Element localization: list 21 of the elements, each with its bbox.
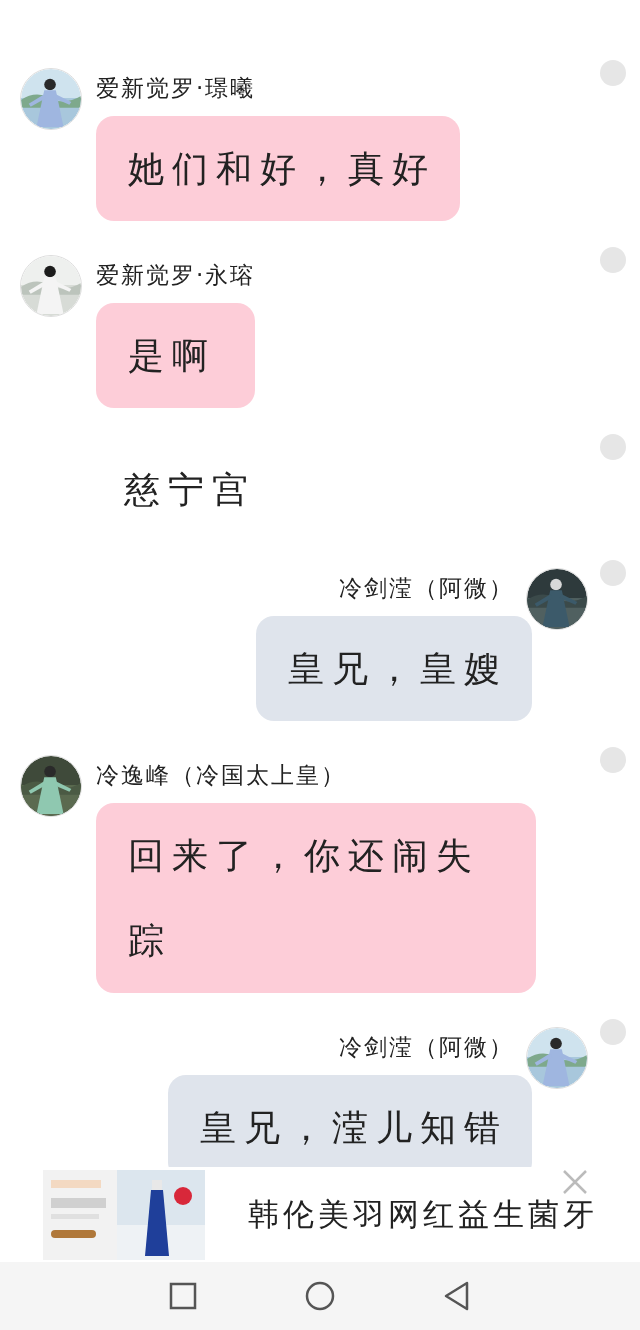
- message-bubble: 她们和好，真好: [96, 116, 460, 221]
- close-icon[interactable]: [562, 1169, 588, 1195]
- recent-apps-icon[interactable]: [169, 1282, 197, 1310]
- select-circle[interactable]: [600, 434, 626, 460]
- message-bubble: 回来了，你还闹失踪: [96, 803, 536, 993]
- select-circle[interactable]: [600, 747, 626, 773]
- select-circle[interactable]: [600, 560, 626, 586]
- select-circle[interactable]: [600, 60, 626, 86]
- sender-name: 冷剑滢（阿微）: [339, 1033, 514, 1061]
- select-circle[interactable]: [600, 247, 626, 273]
- select-circle[interactable]: [600, 1019, 626, 1045]
- message-bubble: 皇兄，皇嫂: [256, 616, 532, 721]
- back-icon[interactable]: [443, 1281, 471, 1311]
- sender-name: 爱新觉罗·永瑢: [96, 261, 256, 289]
- home-icon[interactable]: [305, 1281, 335, 1311]
- message-bubble: 是啊: [96, 303, 256, 408]
- sender-name: 爱新觉罗·璟曦: [96, 74, 257, 102]
- message-bubble: 皇兄，滢儿知错: [168, 1075, 532, 1167]
- narration-text: 慈宁宫: [124, 470, 256, 510]
- sender-name: 冷剑滢（阿微）: [339, 574, 514, 602]
- sender-name: 冷逸峰（冷国太上皇）: [96, 761, 347, 789]
